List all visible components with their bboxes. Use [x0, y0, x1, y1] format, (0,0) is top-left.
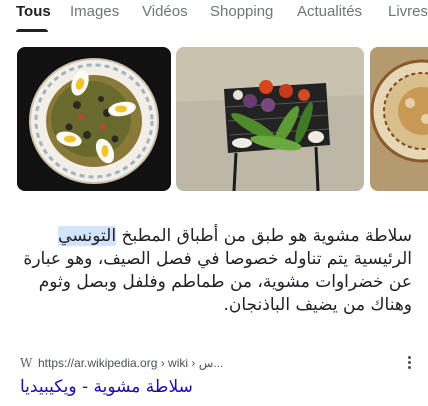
- tab-shopping[interactable]: Shopping: [210, 3, 273, 21]
- snippet-text-start: سلاطة مشوية هو طبق من أطباق المطبخ: [116, 226, 412, 246]
- tab-images[interactable]: Images: [70, 3, 119, 21]
- more-options-icon[interactable]: [406, 354, 412, 372]
- grilled-salad-plate-image[interactable]: [17, 47, 171, 191]
- tab-all[interactable]: Tous: [16, 3, 51, 21]
- ceramic-dish-image[interactable]: [370, 47, 428, 191]
- snippet-text-end: الرئيسية يتم تناوله خصوصا في فصل الصيف، …: [23, 249, 412, 315]
- tab-news[interactable]: Actualités: [297, 3, 362, 21]
- source-url[interactable]: https://ar.wikipedia.org › wiki › س...: [38, 356, 223, 370]
- active-tab-indicator: [16, 29, 48, 32]
- result-source: W https://ar.wikipedia.org › wiki › س...: [20, 352, 412, 374]
- vegetables-on-grill-image[interactable]: [176, 47, 364, 191]
- tab-videos[interactable]: Vidéos: [142, 3, 188, 21]
- search-tabs: Tous Images Vidéos Shopping Actualités L…: [0, 0, 428, 32]
- tab-books[interactable]: Livres: [388, 3, 428, 21]
- snippet-highlight: التونسي: [58, 226, 117, 246]
- result-snippet: سلاطة مشوية هو طبق من أطباق المطبخ التون…: [12, 225, 412, 317]
- wikipedia-favicon-icon: W: [20, 356, 33, 370]
- result-title-link[interactable]: سلاطة مشوية - ويكيبيديا: [20, 376, 193, 398]
- image-carousel: [0, 42, 428, 192]
